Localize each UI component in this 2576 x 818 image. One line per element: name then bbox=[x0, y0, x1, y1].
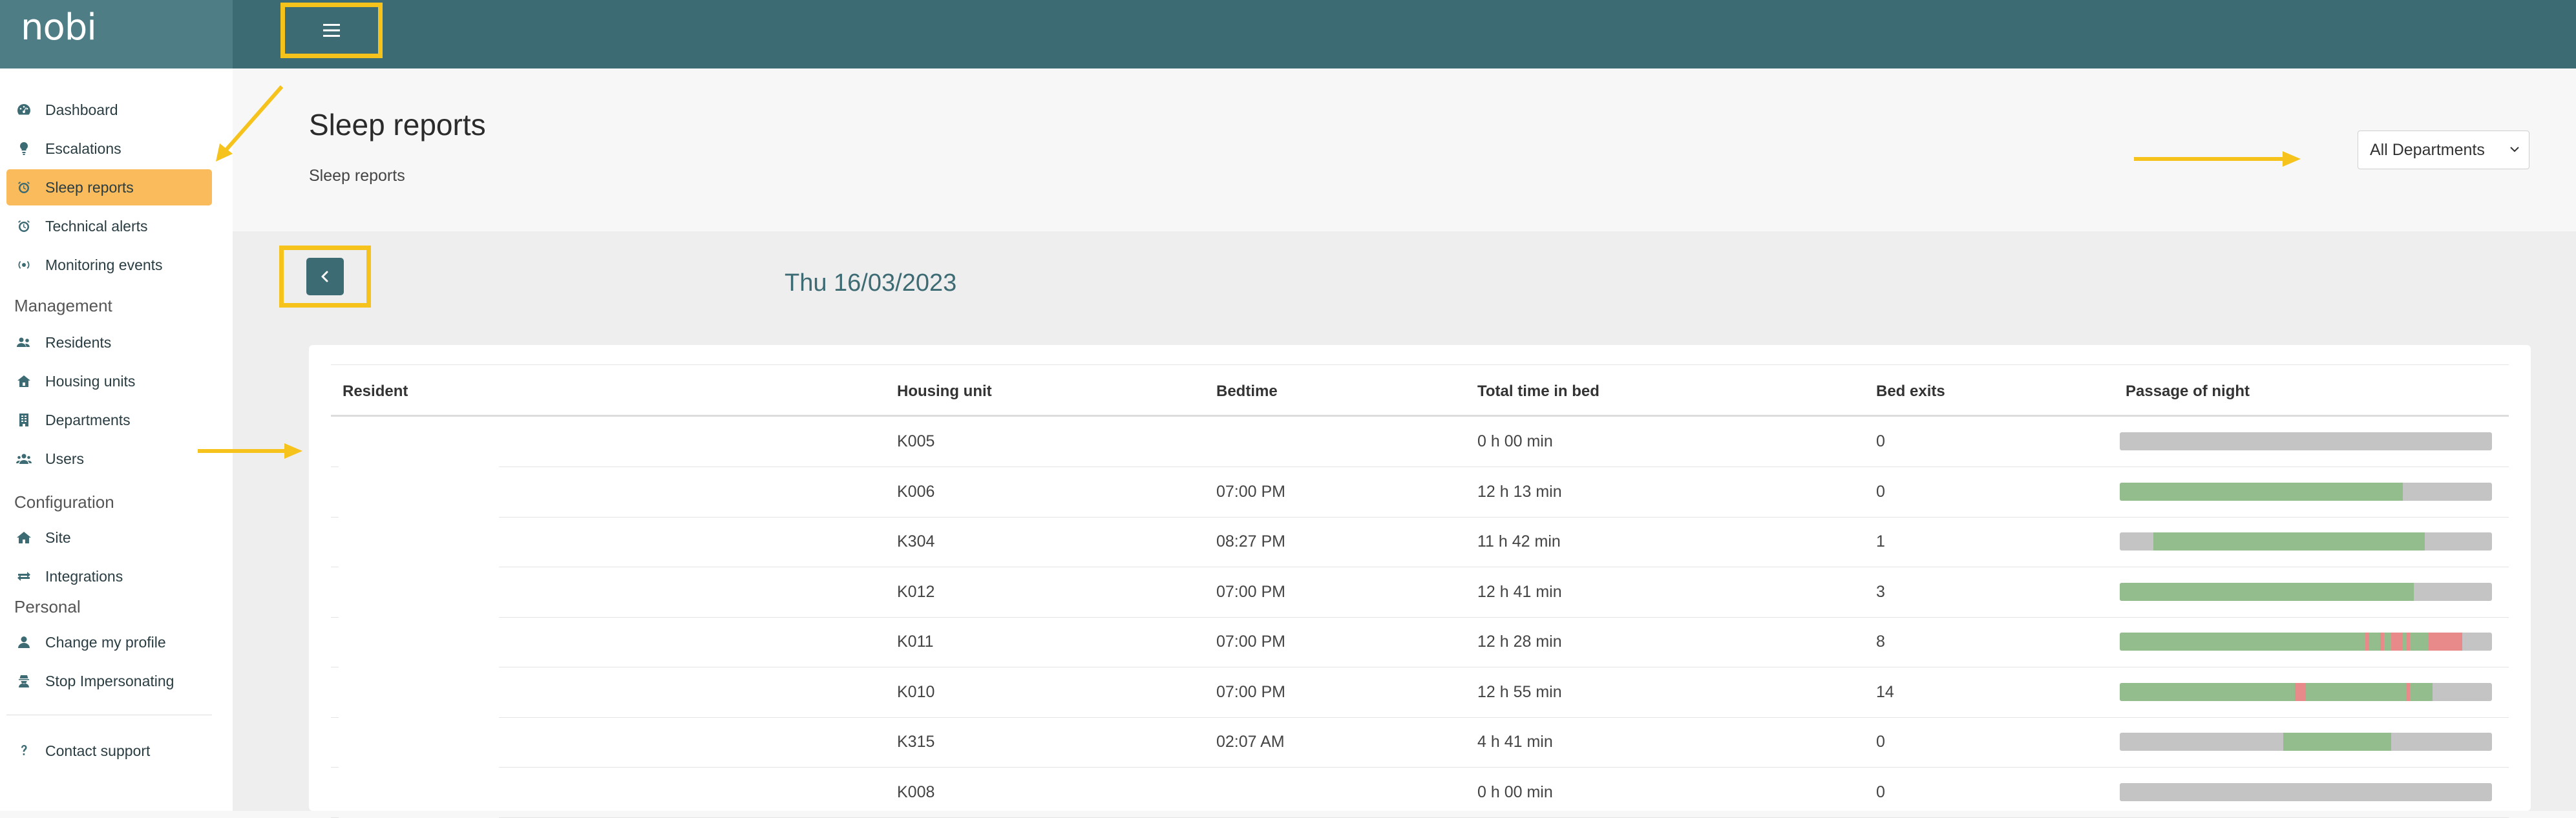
row-divider-stub bbox=[331, 817, 339, 818]
annotation-arrow-sidebar bbox=[216, 85, 284, 162]
row-divider bbox=[499, 817, 2509, 818]
annotation-arrow-department bbox=[2134, 151, 2301, 167]
annotation-overlay bbox=[198, 85, 2301, 459]
annotation-arrow-resident bbox=[198, 443, 302, 459]
